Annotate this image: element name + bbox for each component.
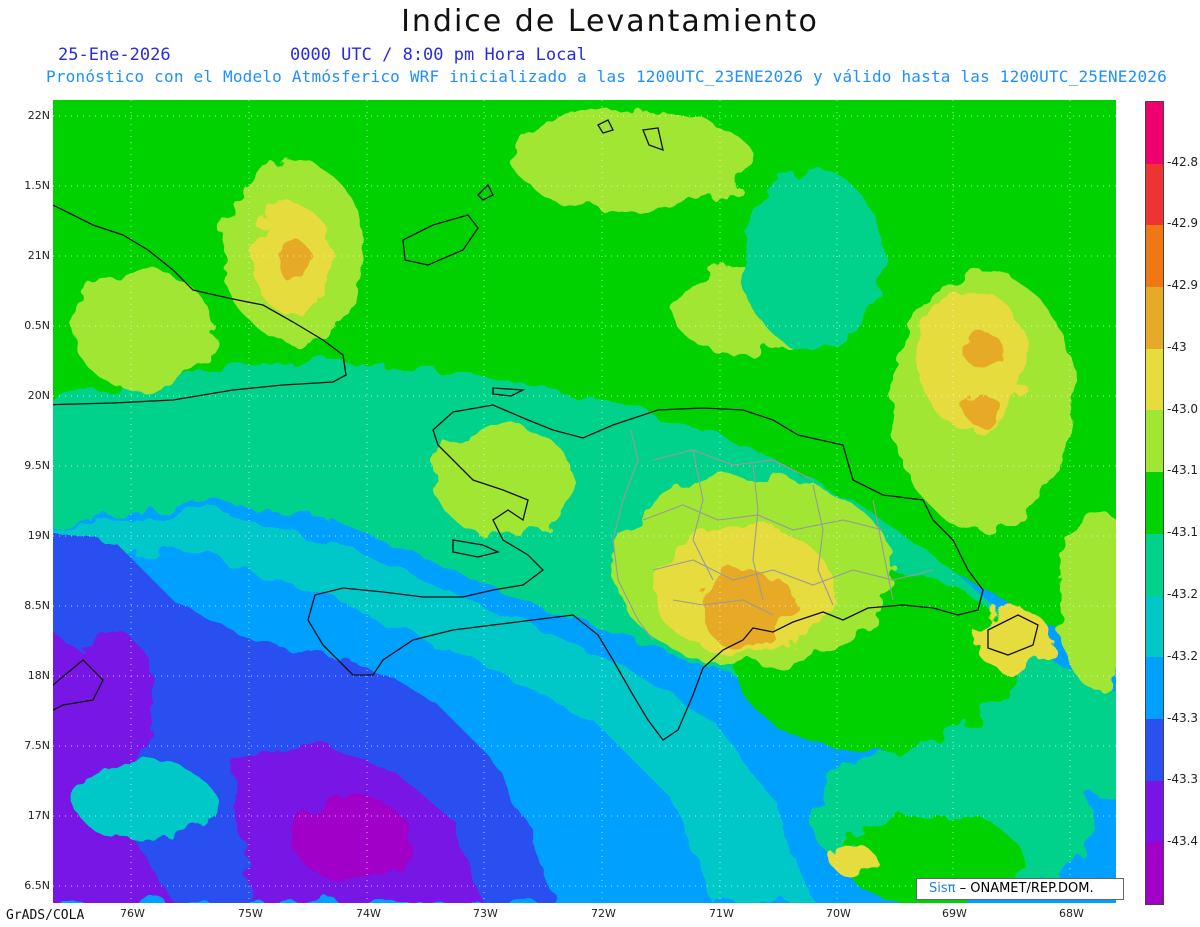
lon-label: 75W xyxy=(238,907,263,920)
map-title: Indice de Levantamiento xyxy=(401,4,819,39)
colorbar-segment xyxy=(1146,348,1163,411)
colorbar-label: -43.2 xyxy=(1167,587,1199,601)
lon-label: 70W xyxy=(826,907,851,920)
map-canvas xyxy=(53,100,1116,903)
colorbar-segment xyxy=(1146,533,1163,596)
lon-label: 76W xyxy=(120,907,145,920)
colorbar-label: -43.3 xyxy=(1167,711,1199,725)
colorbar-segment xyxy=(1146,780,1163,843)
colorbar-label: -42.9 xyxy=(1167,278,1199,292)
lon-label: 69W xyxy=(942,907,967,920)
lifted-index-map xyxy=(53,100,1116,903)
colorbar-label: -43.4 xyxy=(1167,834,1199,848)
colorbar-segment xyxy=(1146,410,1163,473)
lat-label: 8.5N xyxy=(24,599,50,612)
lat-label: 1.5N xyxy=(24,179,50,192)
colorbar-segment xyxy=(1146,287,1163,349)
colorbar-segment xyxy=(1146,657,1163,719)
grads-footer: GrADS/COLA xyxy=(6,908,85,923)
credit-box: Sisπ – ONAMET/REP.DOM. xyxy=(916,878,1124,900)
colorbar-segment xyxy=(1146,842,1163,904)
lat-label: 20N xyxy=(27,389,50,402)
colorbar-label: -42.9 xyxy=(1167,216,1199,230)
lat-label: 21N xyxy=(27,249,50,262)
lon-label: 73W xyxy=(473,907,498,920)
lon-label: 74W xyxy=(356,907,381,920)
colorbar-label: -43.0 xyxy=(1167,402,1199,416)
colorbar-segment xyxy=(1146,472,1163,534)
sispi-logo: Sisπ xyxy=(929,881,956,896)
colorbar-label: -43.3 xyxy=(1167,772,1199,786)
lat-label: 7.5N xyxy=(24,739,50,752)
lat-label: 17N xyxy=(27,809,50,822)
credit-text: – ONAMET/REP.DOM. xyxy=(959,881,1094,896)
lat-label: 19N xyxy=(27,529,50,542)
lat-label: 22N xyxy=(27,109,50,122)
color-scale-bar xyxy=(1145,101,1164,905)
forecast-time: 0000 UTC / 8:00 pm Hora Local xyxy=(290,45,587,65)
forecast-date: 25-Ene-2026 xyxy=(58,45,171,65)
colorbar-segment xyxy=(1146,225,1163,288)
forecast-description: Pronóstico con el Modelo Atmósferico WRF… xyxy=(46,67,1167,86)
lat-label: 0.5N xyxy=(24,319,50,332)
colorbar-label: -43 xyxy=(1167,340,1187,354)
lat-label: 18N xyxy=(27,669,50,682)
lat-label: 9.5N xyxy=(24,459,50,472)
lon-label: 68W xyxy=(1059,907,1084,920)
lon-label: 72W xyxy=(591,907,616,920)
colorbar-segment xyxy=(1146,718,1163,781)
lon-label: 71W xyxy=(709,907,734,920)
colorbar-label: -43.1 xyxy=(1167,463,1199,477)
colorbar-label: -42.8 xyxy=(1167,155,1199,169)
colorbar-segment xyxy=(1146,163,1163,226)
colorbar-label: -43.1 xyxy=(1167,525,1199,539)
colorbar-segment xyxy=(1146,102,1163,164)
colorbar-label: -43.2 xyxy=(1167,649,1199,663)
colorbar-segment xyxy=(1146,595,1163,658)
lat-label: 6.5N xyxy=(24,879,50,892)
